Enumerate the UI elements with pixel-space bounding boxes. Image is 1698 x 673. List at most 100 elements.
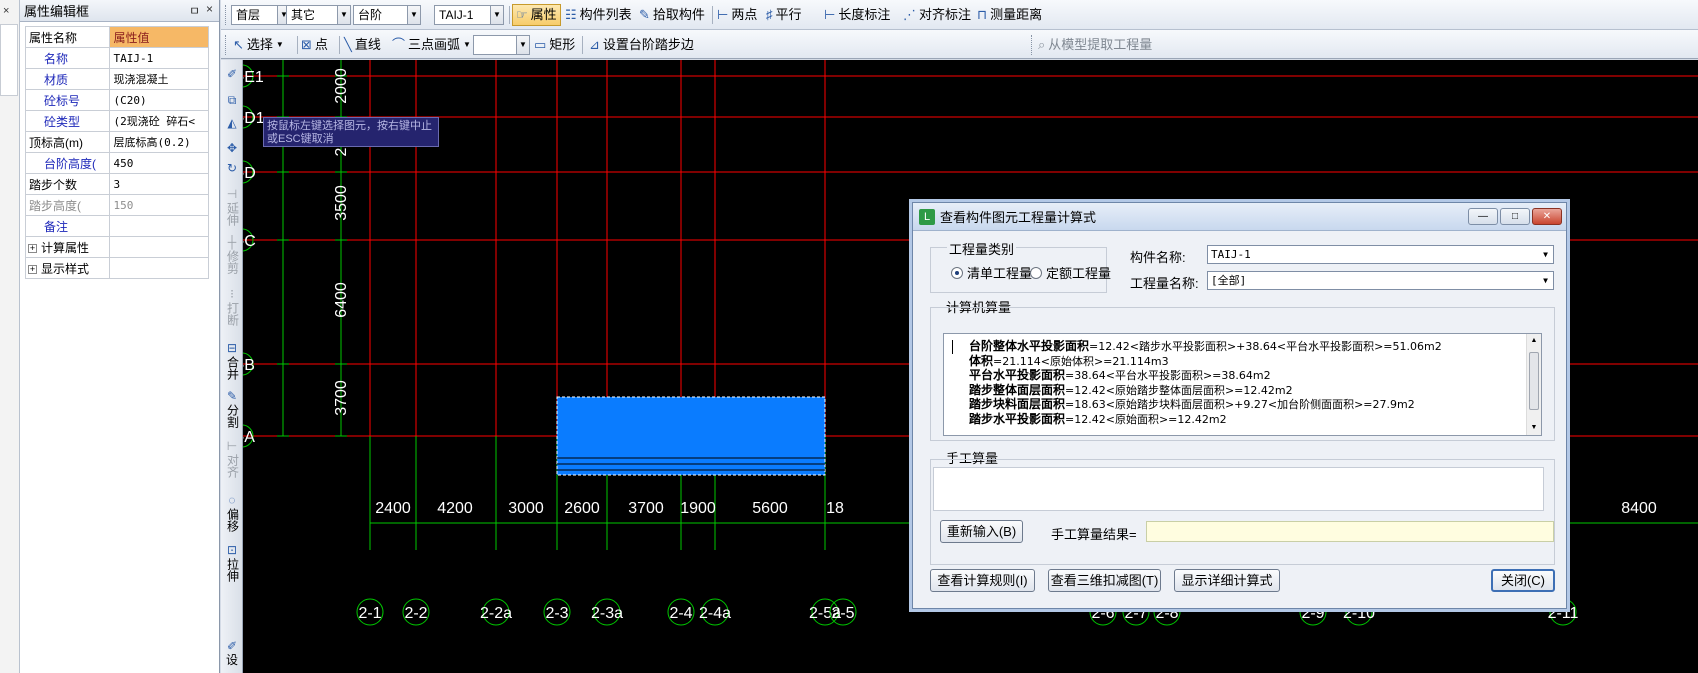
align-tool[interactable]: ⊢ 对齐	[222, 440, 242, 481]
dialog-title: 查看构件图元工程量计算式	[940, 210, 1097, 225]
manual-calc-input[interactable]	[933, 467, 1544, 511]
chevron-down-icon[interactable]: ▼	[490, 6, 503, 24]
expand-plus-icon[interactable]: +	[28, 264, 37, 274]
property-value[interactable]: 150	[109, 194, 209, 216]
property-row[interactable]: 砼类型 (2现浇砼 碎石<	[24, 110, 209, 132]
set-tool[interactable]: ✐ 设	[222, 640, 242, 667]
arc-button[interactable]: ⌒ 三点画弧 ▼	[392, 34, 471, 56]
quantity-name-combo[interactable]: [全部] ▼	[1207, 271, 1554, 290]
property-row[interactable]: 踏步高度(150	[24, 194, 209, 216]
toolbar-grip[interactable]	[1031, 35, 1034, 55]
rect-button[interactable]: ▭ 矩形	[534, 34, 575, 56]
property-group[interactable]: + 显示样式	[24, 257, 111, 279]
property-row[interactable]: 备注	[24, 215, 209, 237]
scroll-up-icon[interactable]: ▲	[1527, 334, 1541, 348]
property-row[interactable]: 材质 现浇混凝土	[24, 68, 209, 90]
align-dim-button[interactable]: ⋰ 对齐标注	[903, 4, 971, 26]
row-axis-label: 2-D	[243, 165, 256, 182]
dialog-titlebar[interactable]: L 查看构件图元工程量计算式 — □ ✕	[913, 203, 1566, 231]
merge-tool[interactable]: ⊟ 合并	[222, 342, 242, 383]
maximize-button[interactable]: □	[1500, 208, 1530, 225]
copy-tool[interactable]: ⧉	[222, 94, 242, 108]
pick-component-button[interactable]: ✎ 拾取构件	[639, 4, 705, 26]
component-name-combo[interactable]: TAIJ-1 ▼	[1207, 245, 1554, 264]
radio-bill-quantity[interactable]: 清单工程量	[951, 263, 1032, 282]
property-value[interactable]: (2现浇砼 碎石<	[109, 110, 209, 132]
component-name-select[interactable]: TAIJ-1 ▼	[434, 5, 504, 25]
manual-result-field[interactable]	[1146, 521, 1554, 542]
reenter-button[interactable]: 重新输入(B)	[940, 520, 1023, 543]
two-points-button[interactable]: ⊢ 两点	[717, 4, 757, 26]
property-value[interactable]: 现浇混凝土	[109, 68, 209, 90]
extract-quantity-button[interactable]: ⌕ 从模型提取工程量	[1038, 34, 1152, 56]
measure-distance-button[interactable]: ⊓ 测量距离	[977, 4, 1042, 26]
expand-plus-icon[interactable]: +	[28, 243, 37, 253]
chevron-down-icon[interactable]: ▼	[276, 34, 284, 56]
chevron-down-icon[interactable]: ▼	[463, 34, 471, 56]
chevron-down-icon[interactable]: ▼	[516, 36, 529, 54]
break-tool[interactable]: ⁝ 打断	[222, 288, 242, 329]
property-value[interactable]: (C20)	[109, 89, 209, 111]
brush-tool[interactable]: ✐	[222, 68, 242, 82]
panel-close-icon[interactable]: ×	[206, 2, 213, 19]
dock-close-icon[interactable]: ×	[3, 5, 9, 17]
trim-tool[interactable]: ┼ 修剪	[222, 236, 242, 277]
show-detail-formula-button[interactable]: 显示详细计算式	[1174, 569, 1280, 592]
move-tool[interactable]: ✥	[222, 142, 242, 156]
rect-label: 矩形	[549, 37, 576, 52]
property-group-row[interactable]: + 显示样式	[24, 257, 209, 279]
chevron-down-icon[interactable]: ▼	[1539, 247, 1552, 262]
close-button[interactable]: 关闭(C)	[1491, 569, 1555, 592]
property-row[interactable]: 名称 TAIJ-1	[24, 47, 209, 69]
scroll-thumb[interactable]	[1529, 352, 1539, 410]
component-list-button[interactable]: ☷ 构件列表	[565, 4, 632, 26]
stretch-tool[interactable]: ⊡ 拉伸	[222, 544, 242, 585]
offset-tool[interactable]: ◌ 偏移	[222, 494, 242, 535]
radio-dot[interactable]	[1030, 266, 1042, 279]
property-group[interactable]: + 计算属性	[24, 236, 111, 258]
rotate-tool[interactable]: ↻	[222, 162, 242, 176]
property-value[interactable]: 3	[109, 173, 209, 195]
select-button[interactable]: ↖ 选择 ▼	[233, 34, 284, 56]
property-row[interactable]: 顶标高(m) 层底标高(0.2)	[24, 131, 209, 153]
move-icon: ✥	[226, 141, 238, 155]
toolbar-grip[interactable]	[225, 5, 228, 25]
chevron-down-icon[interactable]: ▼	[337, 6, 350, 24]
property-value[interactable]: 层底标高(0.2)	[109, 131, 209, 153]
calc-scrollbar[interactable]: ▲ ▼	[1526, 334, 1541, 435]
close-window-button[interactable]: ✕	[1532, 208, 1562, 225]
point-button[interactable]: ⊠ 点	[301, 34, 328, 56]
extend-tool[interactable]: ⊣ 延伸	[222, 188, 242, 229]
radio-dot[interactable]	[951, 266, 963, 279]
floor-select[interactable]: 首层 ▼	[231, 5, 291, 25]
property-group-row[interactable]: + 计算属性	[24, 236, 209, 258]
property-row[interactable]: 砼标号 (C20)	[24, 89, 209, 111]
view-3d-deduction-button[interactable]: 查看三维扣减图(T)	[1048, 569, 1161, 592]
property-button[interactable]: ☞ 属性	[512, 4, 561, 26]
dock-tab-stub[interactable]	[0, 24, 18, 96]
property-value[interactable]: TAIJ-1	[109, 47, 209, 69]
split-tool[interactable]: ✎ 分割	[222, 390, 242, 431]
component-type-select[interactable]: 台阶 ▼	[353, 5, 421, 25]
set-step-edge-button[interactable]: ⊿ 设置台阶踏步边	[589, 34, 694, 56]
property-row[interactable]: 踏步个数 3	[24, 173, 209, 195]
category-select[interactable]: 其它 ▼	[286, 5, 351, 25]
minimize-button[interactable]: —	[1468, 208, 1498, 225]
length-dim-button[interactable]: ⊢ 长度标注	[824, 4, 890, 26]
calc-formula-box[interactable]: 台阶整体水平投影面积=12.42<踏步水平投影面积>+38.64<平台水平投影面…	[943, 333, 1542, 436]
chevron-down-icon[interactable]: ▼	[1539, 273, 1552, 288]
mirror-tool[interactable]: ◭	[222, 117, 242, 131]
toolbar-grip[interactable]	[225, 35, 228, 55]
property-row[interactable]: 台阶高度(450	[24, 152, 209, 174]
parallel-button[interactable]: ♯ 平行	[766, 4, 802, 26]
view-calc-rules-button[interactable]: 查看计算规则(I)	[930, 569, 1035, 592]
chevron-down-icon[interactable]: ▼	[407, 6, 420, 24]
align-dim-label: 对齐标注	[919, 7, 972, 22]
property-value[interactable]: 450	[109, 152, 209, 174]
scroll-down-icon[interactable]: ▼	[1527, 421, 1541, 435]
pin-icon[interactable]: ㅁ	[189, 2, 200, 19]
property-value[interactable]	[109, 215, 209, 237]
line-button[interactable]: ╲ 直线	[344, 34, 381, 56]
arc-option-select[interactable]: ▼	[473, 35, 530, 55]
radio-quota-quantity[interactable]: 定额工程量	[1030, 263, 1111, 282]
